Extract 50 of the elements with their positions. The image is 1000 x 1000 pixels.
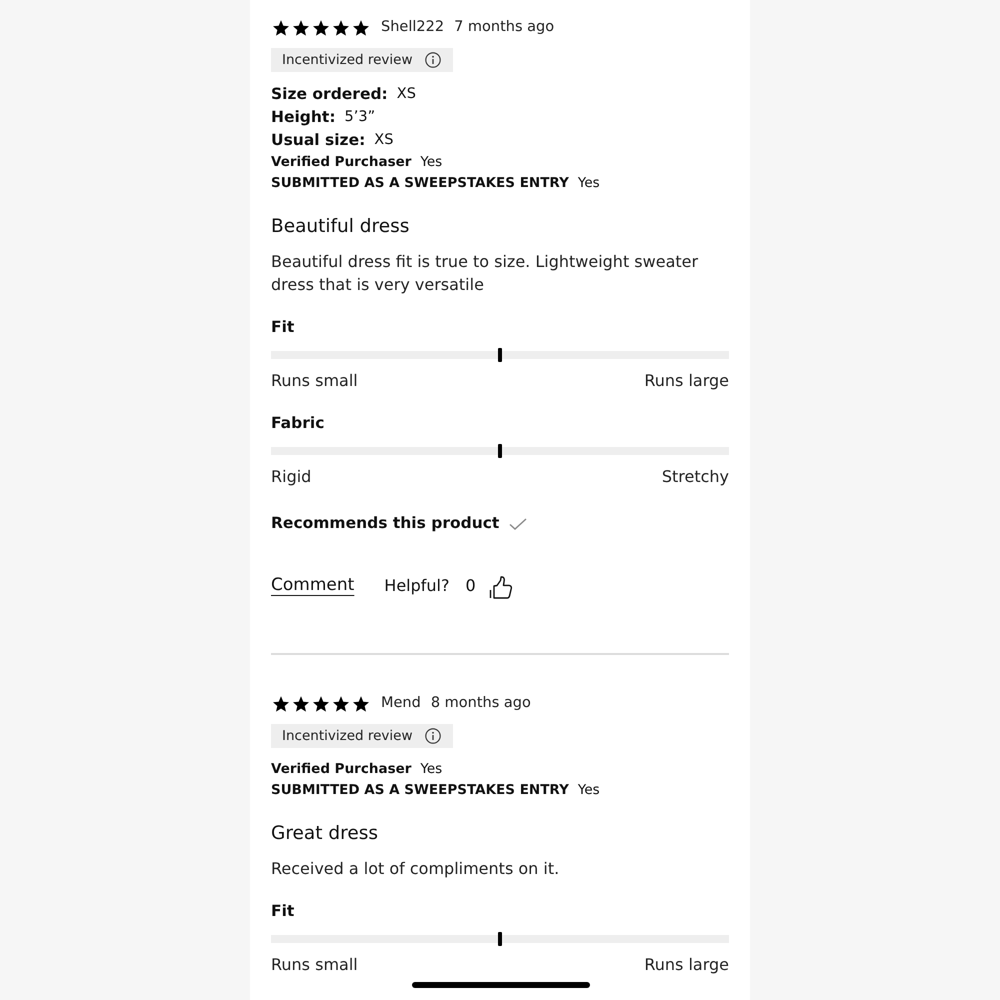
recommends-label: Recommends this product bbox=[271, 513, 500, 534]
detail-value: Yes bbox=[578, 781, 600, 800]
review-title: Great dress bbox=[271, 822, 379, 846]
rating-label: Fabric bbox=[271, 413, 326, 434]
detail-value: 5’3” bbox=[344, 108, 376, 127]
rating-label: Fit bbox=[271, 317, 296, 338]
scale-min-label: Runs small bbox=[271, 370, 358, 392]
detail-label: Size ordered: bbox=[271, 84, 388, 105]
star-icon bbox=[273, 20, 289, 36]
detail-value: Yes bbox=[420, 153, 442, 172]
star-icon bbox=[313, 20, 329, 36]
review-text: Received a lot of compliments on it. bbox=[271, 858, 560, 880]
detail-value: XS bbox=[396, 84, 416, 104]
review-date: 8 months ago bbox=[430, 694, 531, 714]
star-icon bbox=[333, 696, 349, 712]
star-icon bbox=[353, 696, 369, 712]
badge-text: Incentivized review bbox=[282, 726, 413, 746]
scale-min-label: Runs small bbox=[271, 954, 358, 976]
scale-max-label: Runs large bbox=[644, 954, 729, 976]
star-icon bbox=[293, 696, 309, 712]
detail-label: SUBMITTED AS A SWEEPSTAKES ENTRY bbox=[271, 174, 569, 194]
detail-label: Height: bbox=[271, 106, 336, 128]
info-icon[interactable] bbox=[424, 52, 441, 68]
scale-min-label: Rigid bbox=[271, 466, 312, 488]
rating-label: Fit bbox=[271, 901, 296, 922]
detail-value: Yes bbox=[420, 760, 442, 780]
star-icon bbox=[353, 20, 369, 36]
scale-max-label: Runs large bbox=[644, 370, 729, 392]
helpful-count: 0 bbox=[465, 575, 476, 597]
star-icon bbox=[313, 696, 329, 712]
detail-label: Verified Purchaser bbox=[271, 760, 412, 780]
detail-value: XS bbox=[374, 130, 394, 150]
star-icon bbox=[293, 20, 309, 36]
review-text: Beautiful dress fit is true to size. Lightweight sweater dress that is very versatile bbox=[271, 251, 700, 296]
star-icon bbox=[333, 20, 349, 36]
star-icon bbox=[273, 696, 289, 712]
review-title: Beautiful dress bbox=[271, 215, 410, 239]
review-date: 7 months ago bbox=[454, 18, 554, 38]
detail-label: Verified Purchaser bbox=[271, 153, 412, 172]
reviewer-name: Mend bbox=[381, 694, 421, 714]
badge-text: Incentivized review bbox=[282, 50, 413, 70]
thumbs-up-icon[interactable] bbox=[488, 574, 514, 598]
detail-label: Usual size: bbox=[271, 130, 366, 151]
reviewer-name: Shell222 bbox=[381, 18, 444, 38]
scale-max-label: Stretchy bbox=[662, 466, 729, 488]
comment-link[interactable]: Comment bbox=[271, 573, 354, 599]
info-icon[interactable] bbox=[424, 728, 441, 744]
detail-value: Yes bbox=[578, 174, 600, 194]
helpful-label: Helpful? bbox=[384, 575, 450, 597]
detail-label: SUBMITTED AS A SWEEPSTAKES ENTRY bbox=[271, 781, 569, 800]
